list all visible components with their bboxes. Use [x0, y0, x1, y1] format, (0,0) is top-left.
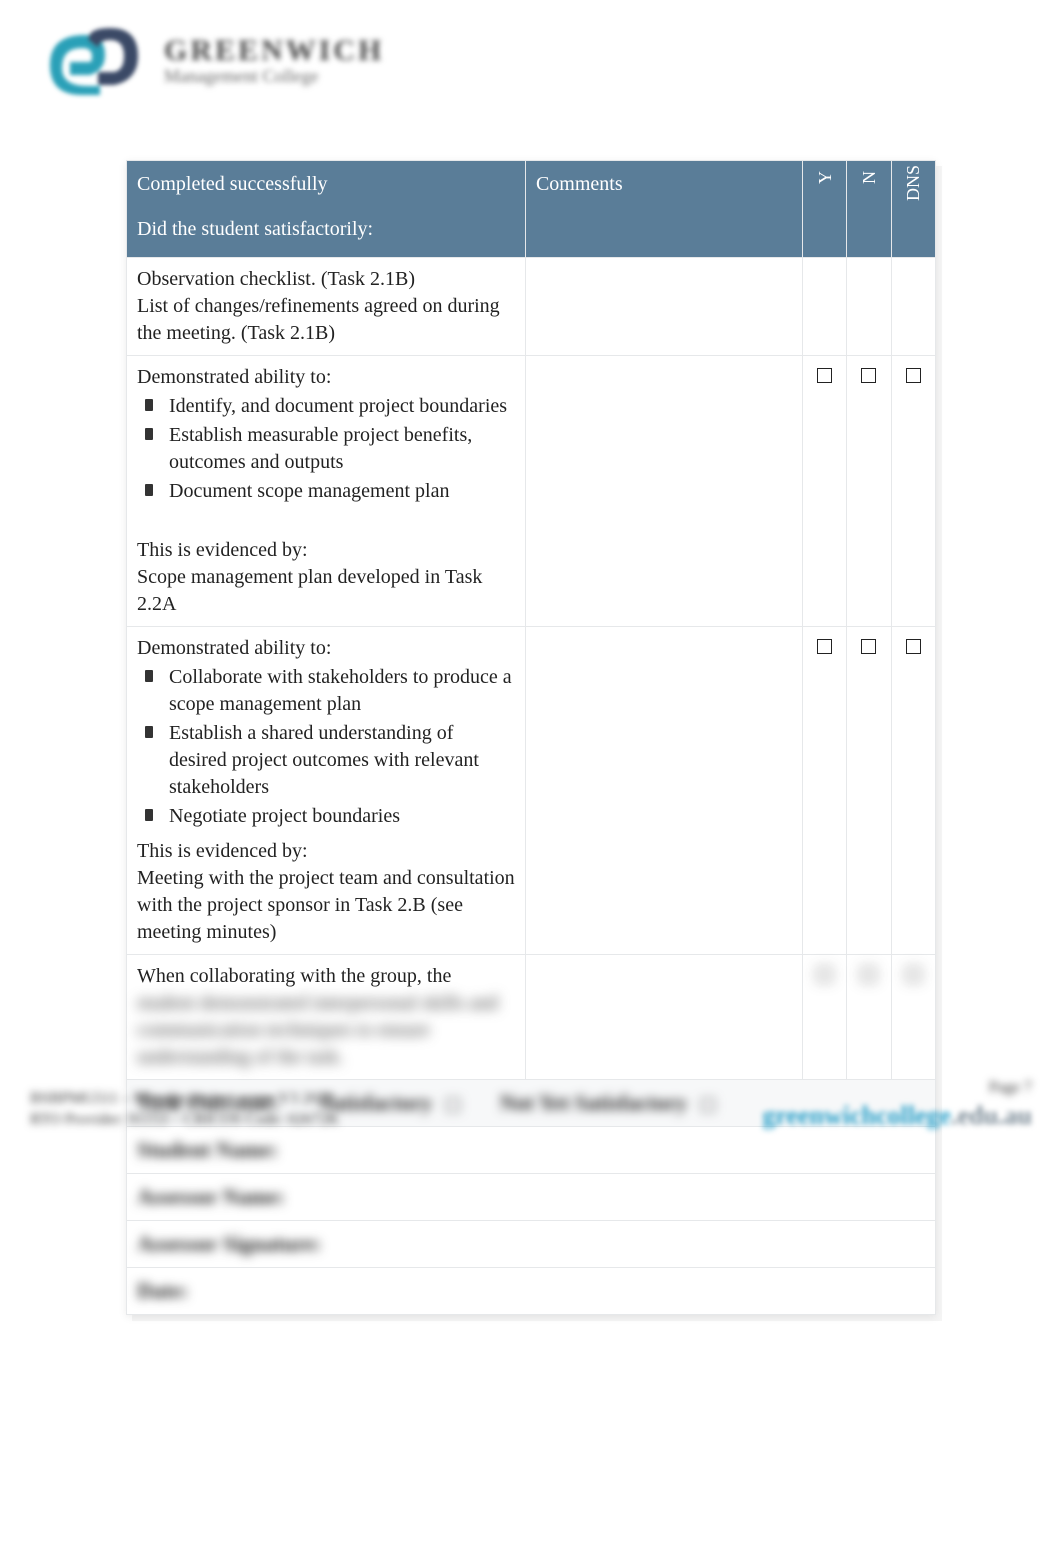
- checkbox-icon[interactable]: [861, 639, 876, 654]
- footer-url-tld: .edu.au: [951, 1101, 1032, 1130]
- bullet-item: Establish a shared understanding of desi…: [145, 720, 515, 801]
- checkbox-icon[interactable]: [861, 967, 876, 982]
- y-cell: [803, 356, 847, 627]
- bullet-item: Document scope management plan: [145, 478, 515, 505]
- header-comments: Comments: [525, 161, 802, 258]
- assessor-name-row: Assessor Name:: [127, 1173, 936, 1220]
- criteria-cell: Observation checklist. (Task 2.1B) List …: [127, 258, 526, 356]
- header-completed-label: Completed successfully: [137, 171, 515, 198]
- logo-subtitle: Management College: [164, 66, 384, 87]
- ability-intro: Demonstrated ability to:: [137, 635, 515, 662]
- ability-intro: Demonstrated ability to:: [137, 364, 515, 391]
- evidence-text: Scope management plan developed in Task …: [137, 564, 515, 618]
- logo: GREENWICH Management College: [40, 20, 1032, 100]
- header-question-label: Did the student satisfactorily:: [137, 216, 515, 243]
- n-cell: [847, 955, 891, 1080]
- n-cell: [847, 627, 891, 955]
- checkbox-icon[interactable]: [906, 967, 921, 982]
- criteria-cell: Demonstrated ability to: Identify, and d…: [127, 356, 526, 627]
- checkbox-icon[interactable]: [906, 368, 921, 383]
- header-criteria: Completed successfully Did the student s…: [127, 161, 526, 258]
- n-cell: [847, 258, 891, 356]
- table-row: Observation checklist. (Task 2.1B) List …: [127, 258, 936, 356]
- comments-cell[interactable]: [525, 356, 802, 627]
- y-cell: [803, 955, 847, 1080]
- date-row: Date:: [127, 1267, 936, 1314]
- dns-cell: [891, 627, 935, 955]
- checkbox-icon[interactable]: [817, 368, 832, 383]
- checkbox-icon[interactable]: [817, 967, 832, 982]
- footer-url: greenwichcollege.edu.au: [762, 1101, 1032, 1131]
- table-row: Demonstrated ability to: Collaborate wit…: [127, 627, 936, 955]
- header-dns: DNS: [891, 161, 935, 258]
- collab-line: When collaborating with the group, the: [137, 963, 515, 990]
- assessment-table: Completed successfully Did the student s…: [126, 160, 936, 1315]
- evidence-label: This is evidenced by:: [137, 838, 515, 865]
- bullet-item: Negotiate project boundaries: [145, 803, 515, 830]
- criteria-cell: When collaborating with the group, the s…: [127, 955, 526, 1080]
- evidence-text: Meeting with the project team and consul…: [137, 865, 515, 946]
- header-n: N: [847, 161, 891, 258]
- comments-cell[interactable]: [525, 258, 802, 356]
- student-name-label: Student Name:: [137, 1137, 278, 1162]
- footer-doc-title: BSBPMG511 – Manage project scope V3 2020: [30, 1089, 339, 1110]
- comments-cell[interactable]: [525, 955, 802, 1080]
- footer-right: Page 7 greenwichcollege.edu.au: [762, 1079, 1032, 1131]
- assessor-signature-row: Assessor Signature:: [127, 1220, 936, 1267]
- blurred-text: student demonstrated interpersonal skill…: [137, 990, 515, 1071]
- student-name-row: Student Name:: [127, 1126, 936, 1173]
- date-label: Date:: [137, 1278, 188, 1303]
- bullet-item: Collaborate with stakeholders to produce…: [145, 664, 515, 718]
- y-cell: [803, 627, 847, 955]
- checkbox-icon[interactable]: [817, 639, 832, 654]
- table-row: When collaborating with the group, the s…: [127, 955, 936, 1080]
- footer-url-main: greenwichcollege: [762, 1101, 951, 1130]
- n-cell: [847, 356, 891, 627]
- footer-rto-info: RTO Provider: 91153 – CRICOS Code: 02672…: [30, 1110, 339, 1131]
- checkbox-icon[interactable]: [861, 368, 876, 383]
- ability-bullets: Collaborate with stakeholders to produce…: [137, 664, 515, 830]
- criteria-line: Observation checklist. (Task 2.1B): [137, 266, 515, 293]
- dns-cell: [891, 356, 935, 627]
- table-row: Demonstrated ability to: Identify, and d…: [127, 356, 936, 627]
- assessor-signature-label: Assessor Signature:: [137, 1231, 321, 1256]
- logo-mark-icon: [40, 20, 150, 100]
- bullet-item: Identify, and document project boundarie…: [145, 393, 515, 420]
- evidence-label: This is evidenced by:: [137, 537, 515, 564]
- criteria-line: List of changes/refinements agreed on du…: [137, 293, 515, 347]
- logo-text: GREENWICH Management College: [164, 34, 384, 87]
- logo-title: GREENWICH: [164, 34, 384, 68]
- y-cell: [803, 258, 847, 356]
- dns-cell: [891, 258, 935, 356]
- page-number: Page 7: [762, 1079, 1032, 1097]
- comments-cell[interactable]: [525, 627, 802, 955]
- dns-cell: [891, 955, 935, 1080]
- table-header-row: Completed successfully Did the student s…: [127, 161, 936, 258]
- bullet-item: Establish measurable project benefits, o…: [145, 422, 515, 476]
- ability-bullets: Identify, and document project boundarie…: [137, 393, 515, 505]
- assessor-name-label: Assessor Name:: [137, 1184, 285, 1209]
- page-footer: BSBPMG511 – Manage project scope V3 2020…: [30, 1079, 1032, 1131]
- criteria-cell: Demonstrated ability to: Collaborate wit…: [127, 627, 526, 955]
- footer-left: BSBPMG511 – Manage project scope V3 2020…: [30, 1089, 339, 1131]
- checkbox-icon[interactable]: [906, 639, 921, 654]
- header-y: Y: [803, 161, 847, 258]
